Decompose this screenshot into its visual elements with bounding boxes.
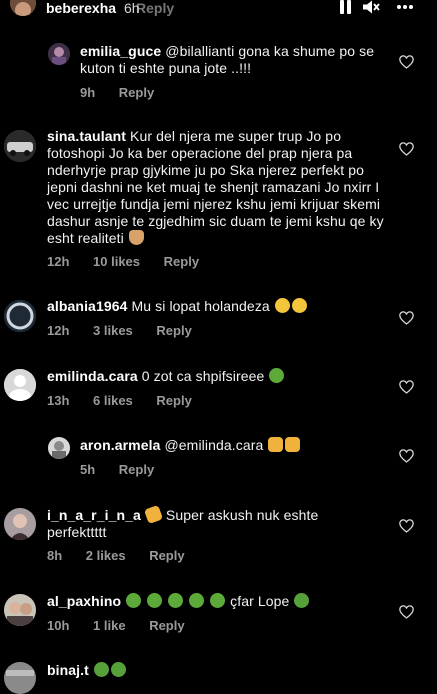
comment-time: 13h (47, 393, 70, 408)
comment-username[interactable]: albania1964 (47, 298, 128, 314)
comment-meta: 8h 2 likes Reply (47, 548, 205, 563)
laughing-emoji-icon (291, 298, 307, 313)
pause-icon[interactable] (340, 0, 352, 14)
heart-outline-icon[interactable] (399, 311, 414, 325)
avatar[interactable] (4, 594, 36, 626)
nauseated-emoji-icon (210, 593, 226, 608)
heart-outline-icon[interactable] (399, 449, 414, 463)
comment-body: 0 zot ca shpifsireee (141, 368, 265, 384)
reply-button[interactable]: Reply (149, 548, 184, 563)
nauseated-emoji-icon (147, 593, 163, 608)
comment-time: 12h (47, 254, 70, 269)
vomiting-emoji-icon (93, 662, 109, 677)
heart-outline-icon[interactable] (399, 142, 414, 156)
reply-button[interactable]: Reply (156, 393, 191, 408)
comment-body: çfar Lope (230, 593, 290, 609)
like-count[interactable]: 3 likes (93, 323, 133, 338)
avatar-image (4, 130, 36, 162)
nauseated-emoji-icon (269, 368, 285, 383)
like-count[interactable]: 1 like (93, 618, 126, 633)
avatar-image (4, 662, 36, 694)
story-reply-label: Reply (136, 0, 175, 16)
avatar[interactable] (4, 369, 36, 401)
avatar[interactable] (4, 662, 36, 694)
comment-text: emilia_guce @bilallianti gona ka shume p… (80, 43, 380, 77)
comment-text: emilinda.cara 0 zot ca shpifsireee (47, 368, 387, 385)
story-username[interactable]: beberexha (46, 0, 116, 16)
comment-time: 5h (80, 462, 96, 477)
heart-outline-icon[interactable] (399, 55, 414, 69)
story-time: 6h (124, 0, 140, 16)
comment-username[interactable]: emilia_guce (80, 43, 161, 59)
comment-text: albania1964 Mu si lopat holandeza (47, 298, 387, 315)
mute-icon[interactable] (362, 0, 380, 14)
comment-time: 8h (47, 548, 63, 563)
avatar[interactable] (4, 508, 36, 540)
avatar-image (48, 437, 70, 459)
comment-text: aron.armela @emilinda.cara (80, 437, 380, 454)
vomiting-emoji-icon (294, 593, 310, 608)
nauseated-emoji-icon (189, 593, 205, 608)
avatar-image (4, 508, 36, 540)
comment-username[interactable]: aron.armela (80, 437, 160, 453)
thumbs-up-emoji-icon (268, 437, 284, 452)
reply-button[interactable]: Reply (119, 462, 154, 477)
comment-meta: 13h 6 likes Reply (47, 393, 212, 408)
comment-time: 9h (80, 85, 96, 100)
comment-username[interactable]: al_paxhino (47, 593, 121, 609)
comment-text: i_n_a_r_i_n_a Super askush nuk eshte per… (47, 504, 347, 541)
nauseated-emoji-icon (168, 593, 184, 608)
heart-outline-icon[interactable] (399, 519, 414, 533)
story-header: beberexha Reply 6h (0, 0, 437, 22)
avatar-image (48, 43, 70, 65)
comment-meta: 12h 10 likes Reply (47, 254, 219, 269)
avatar[interactable] (48, 437, 70, 459)
vomiting-emoji-icon (110, 662, 126, 677)
like-count[interactable]: 10 likes (93, 254, 140, 269)
comment-body: Mu si lopat holandeza (131, 298, 270, 314)
comment-time: 12h (47, 323, 70, 338)
nauseated-emoji-icon (126, 593, 142, 608)
comment-body: @emilinda.cara (164, 437, 264, 453)
thumbs-up-emoji-icon (285, 437, 301, 452)
heart-outline-icon[interactable] (399, 380, 414, 394)
comment-username[interactable]: emilinda.cara (47, 368, 138, 384)
avatar[interactable] (48, 43, 70, 65)
avatar-image (4, 300, 36, 332)
like-count[interactable]: 6 likes (93, 393, 133, 408)
story-avatar[interactable] (10, 0, 36, 16)
comment-text: sina.taulant Kur del njera me super trup… (47, 128, 387, 247)
avatar-image (10, 0, 36, 16)
comment-body: Kur del njera me super trup Jo po fotosh… (47, 128, 384, 246)
comment-meta: 9h Reply (80, 85, 174, 100)
comment-meta: 5h Reply (80, 462, 174, 477)
clapping-emoji-icon (143, 504, 164, 525)
comment-username[interactable]: i_n_a_r_i_n_a (47, 507, 141, 523)
reply-button[interactable]: Reply (149, 618, 184, 633)
avatar[interactable] (4, 130, 36, 162)
avatar-image (4, 594, 36, 626)
avatar[interactable] (4, 300, 36, 332)
heart-outline-icon[interactable] (399, 605, 414, 619)
reply-button[interactable]: Reply (156, 323, 191, 338)
comment-text: al_paxhino çfar Lope (47, 593, 387, 610)
laughing-emoji-icon (274, 298, 290, 313)
comment-username[interactable]: sina.taulant (47, 128, 126, 144)
comment-username[interactable]: binaj.t (47, 662, 89, 678)
man-emoji-icon (128, 230, 144, 245)
comment-text: binaj.t (47, 662, 387, 679)
reply-button[interactable]: Reply (164, 254, 199, 269)
more-icon[interactable] (396, 0, 414, 14)
comment-meta: 10h 1 like Reply (47, 618, 205, 633)
comment-meta: 12h 3 likes Reply (47, 323, 212, 338)
comment-time: 10h (47, 618, 70, 633)
like-count[interactable]: 2 likes (86, 548, 126, 563)
default-avatar-icon (4, 369, 36, 401)
reply-button[interactable]: Reply (119, 85, 154, 100)
